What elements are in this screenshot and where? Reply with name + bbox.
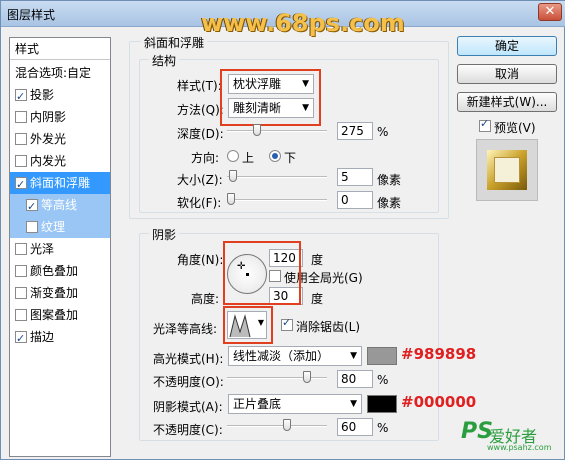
checkbox[interactable] — [26, 196, 38, 218]
ok-button[interactable]: 确定 — [457, 36, 557, 56]
sidebar-item-gradient-overlay[interactable]: 渐变叠加 — [10, 282, 110, 304]
slider-thumb[interactable] — [253, 124, 261, 136]
highlight-box — [220, 69, 321, 126]
sidebar-item-drop-shadow[interactable]: 投影 — [10, 84, 110, 108]
sidebar-item-pattern-overlay[interactable]: 图案叠加 — [10, 304, 110, 326]
window-title: 图层样式 — [7, 8, 56, 22]
opacity2-input[interactable]: 60 — [337, 418, 373, 436]
checkbox[interactable] — [15, 265, 27, 277]
size-label: 大小(Z): — [177, 173, 223, 187]
highlight-color-annotation: #989898 — [401, 345, 477, 363]
checkbox[interactable] — [15, 155, 27, 167]
depth-unit: % — [377, 125, 389, 139]
gloss-contour-label: 光泽等高线: — [153, 322, 218, 336]
checkbox[interactable] — [15, 174, 27, 196]
checkbox[interactable] — [15, 309, 27, 321]
direction-down-label: 下 — [284, 151, 297, 165]
direction-up-label: 上 — [242, 151, 255, 165]
antialias-label: 消除锯齿(L) — [296, 320, 361, 334]
blend-options[interactable]: 混合选项:自定 — [10, 62, 110, 84]
sidebar-item-color-overlay[interactable]: 颜色叠加 — [10, 260, 110, 282]
checkbox[interactable] — [15, 328, 27, 350]
checkbox[interactable] — [26, 221, 38, 233]
checkbox[interactable] — [15, 111, 27, 123]
highlight-box — [223, 306, 273, 344]
antialias-checkbox[interactable] — [281, 316, 293, 331]
sidebar-item-outer-glow[interactable]: 外发光 — [10, 128, 110, 150]
highlight-mode-select[interactable]: 线性减淡（添加） ▼ — [228, 346, 362, 366]
sidebar-item-inner-glow[interactable]: 内发光 — [10, 150, 110, 172]
highlight-mode-label: 高光模式(H): — [153, 352, 224, 366]
shadow-mode-label: 阴影模式(A): — [153, 400, 223, 414]
sidebar-item-contour[interactable]: 等高线 — [10, 194, 110, 218]
soften-input[interactable]: 0 — [337, 191, 373, 209]
ps-logo-site: www.psahz.com — [487, 443, 552, 452]
style-list-header[interactable]: 样式 — [10, 38, 110, 60]
altitude-label: 高度: — [191, 292, 220, 306]
bevel-group-title: 斜面和浮雕 — [141, 34, 208, 51]
style-preview — [476, 139, 538, 201]
checkbox[interactable] — [15, 287, 27, 299]
sidebar-item-inner-shadow[interactable]: 内阴影 — [10, 106, 110, 128]
style-label: 样式(T): — [177, 79, 222, 93]
size-input[interactable]: 5 — [337, 168, 373, 186]
size-unit: 像素 — [377, 173, 402, 187]
method-label: 方法(Q): — [177, 103, 224, 117]
dropdown-arrow-icon: ▼ — [350, 399, 357, 409]
angle-label: 角度(N): — [177, 253, 224, 267]
opacity2-slider[interactable] — [227, 419, 327, 433]
depth-input[interactable]: 275 — [337, 122, 373, 140]
sidebar-item-bevel-emboss[interactable]: 斜面和浮雕 — [10, 172, 110, 196]
shadow-color-swatch[interactable] — [367, 395, 397, 413]
opacity1-unit: % — [377, 373, 389, 387]
checkbox[interactable] — [15, 133, 27, 145]
opacity2-label: 不透明度(C): — [153, 423, 223, 437]
depth-label: 深度(D): — [177, 127, 224, 141]
dropdown-arrow-icon: ▼ — [350, 351, 357, 361]
soften-slider[interactable] — [227, 193, 327, 207]
sidebar-item-texture[interactable]: 纹理 — [10, 216, 110, 238]
preview-checkbox[interactable] — [479, 117, 491, 132]
slider-thumb[interactable] — [283, 419, 291, 431]
slider-thumb[interactable] — [227, 193, 235, 205]
sidebar-item-stroke[interactable]: 描边 — [10, 326, 110, 350]
shadow-mode-select[interactable]: 正片叠底 ▼ — [228, 394, 362, 414]
structure-title: 结构 — [149, 52, 180, 69]
opacity1-slider[interactable] — [227, 371, 327, 385]
cancel-button[interactable]: 取消 — [457, 64, 557, 84]
checkbox[interactable] — [15, 243, 27, 255]
close-button[interactable]: ✕ — [538, 3, 562, 21]
depth-slider[interactable] — [227, 124, 327, 138]
preview-label: 预览(V) — [494, 121, 536, 135]
angle-unit: 度 — [311, 253, 324, 267]
sidebar-item-satin[interactable]: 光泽 — [10, 238, 110, 260]
direction-up-radio[interactable] — [227, 150, 239, 162]
opacity1-input[interactable]: 80 — [337, 370, 373, 388]
soften-label: 软化(F): — [177, 196, 222, 210]
highlight-box — [223, 241, 301, 305]
layer-style-dialog: 图层样式 www.68ps.com ✕ 样式 混合选项:自定 投影 内阴影 外发… — [0, 0, 565, 460]
watermark: www.68ps.com — [201, 9, 405, 37]
shading-title: 阴影 — [149, 226, 180, 243]
style-list: 样式 混合选项:自定 投影 内阴影 外发光 内发光 斜面和浮雕 等高线 纹理 光… — [9, 37, 111, 457]
title-bar: 图层样式 www.68ps.com ✕ — [1, 1, 565, 37]
direction-down-radio[interactable] — [269, 150, 281, 162]
slider-thumb[interactable] — [229, 170, 237, 182]
soften-unit: 像素 — [377, 196, 402, 210]
altitude-unit: 度 — [311, 292, 324, 306]
shadow-color-annotation: #000000 — [401, 393, 477, 411]
new-style-button[interactable]: 新建样式(W)... — [457, 92, 557, 112]
opacity2-unit: % — [377, 421, 389, 435]
size-slider[interactable] — [227, 170, 327, 184]
slider-thumb[interactable] — [303, 371, 311, 383]
direction-label: 方向: — [191, 151, 220, 165]
opacity1-label: 不透明度(O): — [153, 375, 224, 389]
highlight-color-swatch[interactable] — [367, 347, 397, 365]
checkbox[interactable] — [15, 86, 27, 108]
